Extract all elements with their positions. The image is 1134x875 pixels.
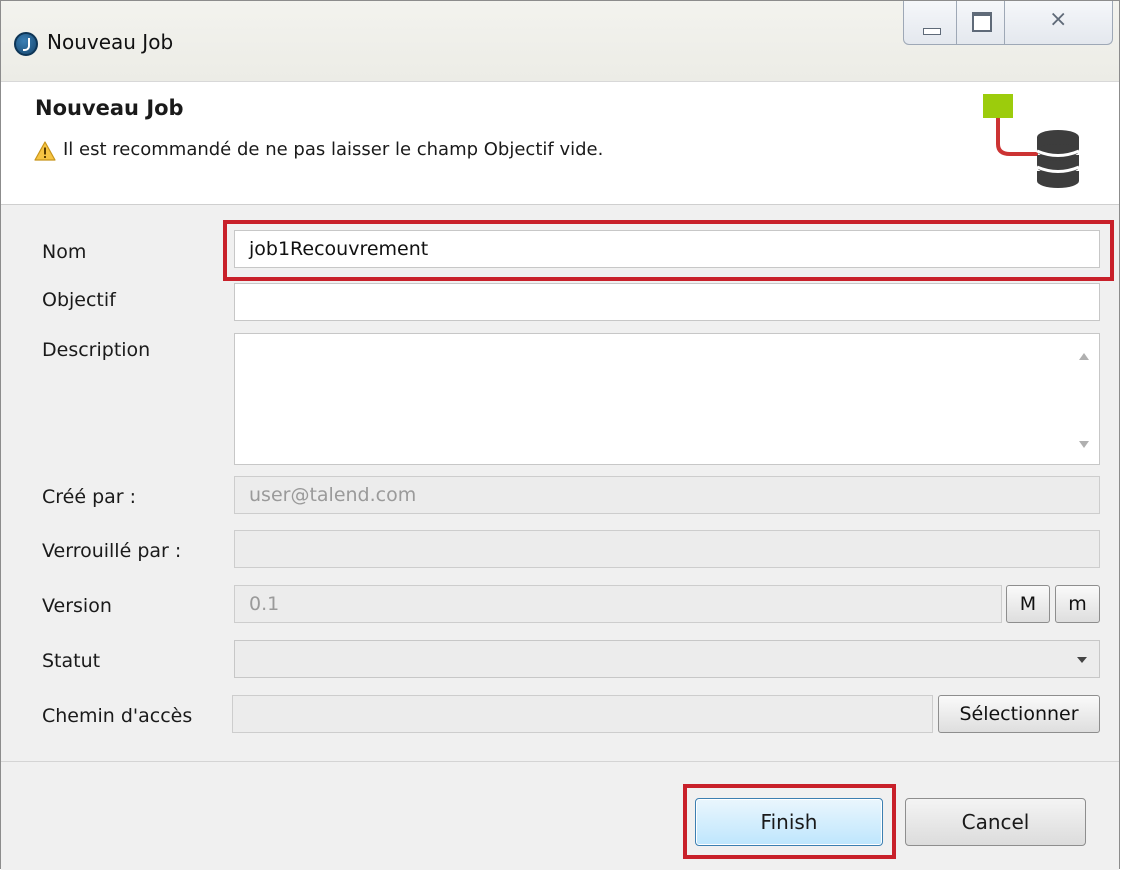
new-job-dialog: Nouveau Job ⨯ Nouveau Job Il est recomma… xyxy=(0,0,1120,870)
scroll-down-icon[interactable] xyxy=(1079,441,1089,448)
path-label: Chemin d'accès xyxy=(42,705,193,727)
name-input[interactable]: job1Recouvrement xyxy=(234,230,1100,268)
select-path-button[interactable]: Sélectionner xyxy=(938,695,1100,733)
author-field: user@talend.com xyxy=(234,476,1100,514)
close-button[interactable]: ⨯ xyxy=(1005,1,1112,44)
status-select[interactable] xyxy=(234,640,1100,678)
warning-message: Il est recommandé de ne pas laisser le c… xyxy=(63,139,604,160)
name-label: Nom xyxy=(42,241,87,263)
dialog-footer: Finish Cancel xyxy=(1,761,1119,870)
job-form: Nom job1Recouvrement Objectif Descriptio… xyxy=(1,205,1119,761)
purpose-label: Objectif xyxy=(42,289,116,311)
talend-app-icon xyxy=(14,32,38,56)
page-title: Nouveau Job xyxy=(35,96,184,120)
title-bar: Nouveau Job ⨯ xyxy=(1,1,1119,81)
version-minor-button[interactable]: m xyxy=(1055,585,1100,623)
wizard-header: Nouveau Job Il est recommandé de ne pas … xyxy=(1,81,1119,205)
job-database-icon xyxy=(983,94,1080,188)
finish-button[interactable]: Finish xyxy=(695,798,883,846)
window-title: Nouveau Job xyxy=(47,30,174,54)
locker-field xyxy=(234,530,1100,568)
maximize-button[interactable] xyxy=(957,1,1006,44)
version-label: Version xyxy=(42,595,112,617)
close-icon: ⨯ xyxy=(1049,7,1068,32)
chevron-down-icon xyxy=(1077,657,1087,663)
version-major-button[interactable]: M xyxy=(1006,585,1050,623)
version-field: 0.1 xyxy=(234,585,1002,623)
path-field xyxy=(232,695,933,733)
author-label: Créé par : xyxy=(42,486,137,508)
description-scrollbar[interactable] xyxy=(1069,334,1099,464)
locker-label: Verrouillé par : xyxy=(42,540,182,562)
description-textarea[interactable] xyxy=(234,333,1100,465)
status-label: Statut xyxy=(42,650,101,672)
description-label: Description xyxy=(42,339,151,361)
scroll-up-icon[interactable] xyxy=(1079,353,1089,360)
warning-icon xyxy=(34,141,56,161)
minimize-button[interactable] xyxy=(904,1,958,44)
cancel-button[interactable]: Cancel xyxy=(905,798,1086,846)
purpose-input[interactable] xyxy=(234,283,1100,321)
window-controls: ⨯ xyxy=(903,1,1113,45)
